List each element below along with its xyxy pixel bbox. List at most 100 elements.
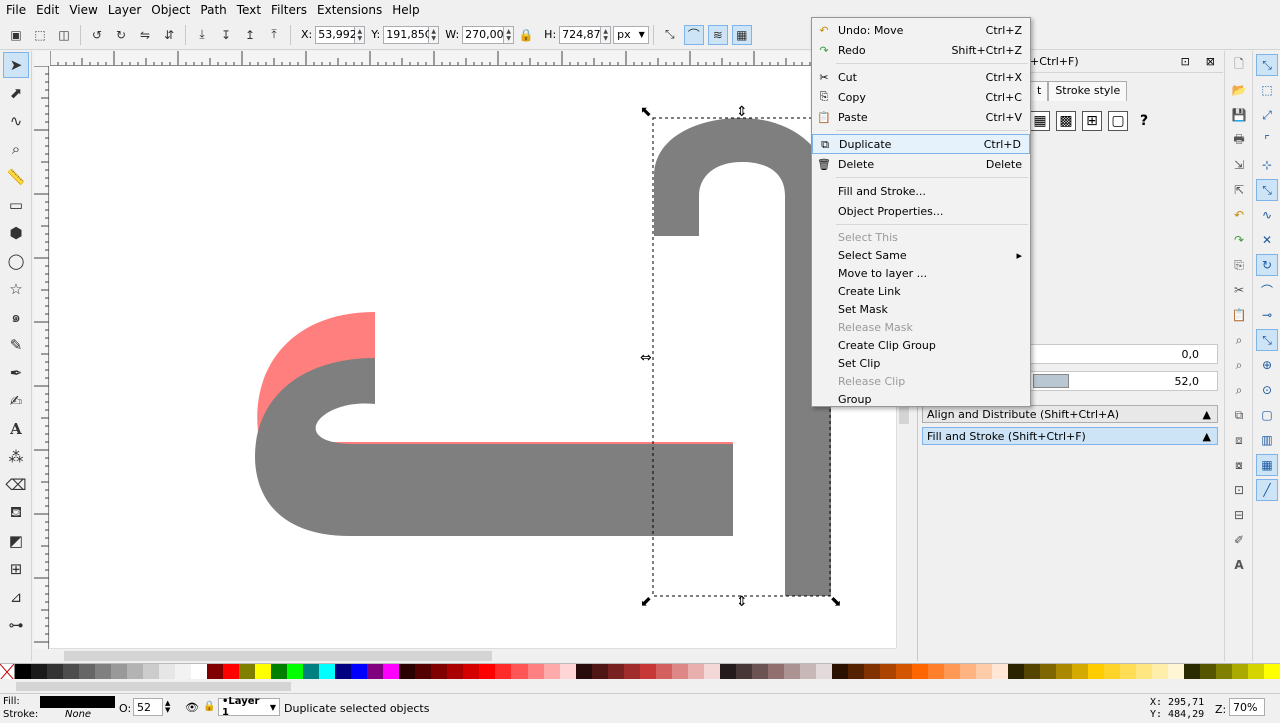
palette-swatch[interactable] <box>319 664 336 680</box>
palette-swatch[interactable] <box>47 664 64 680</box>
palette-swatch[interactable] <box>1072 664 1089 680</box>
palette-swatch[interactable] <box>1248 664 1265 680</box>
palette-swatch[interactable] <box>1120 664 1137 680</box>
scale-handle-top-icon[interactable]: ⇕ <box>736 104 748 120</box>
lock-layer-icon[interactable]: 🔒 <box>203 701 215 712</box>
palette-swatch[interactable] <box>991 664 1008 680</box>
menu-text[interactable]: Text <box>231 3 265 17</box>
opacity-spin-icon[interactable]: ▲ ▼ <box>165 700 170 714</box>
radial-gradient-icon[interactable]: ▦ <box>1030 111 1050 131</box>
palette-swatch[interactable] <box>671 664 688 680</box>
palette-swatch[interactable] <box>543 664 560 680</box>
snap-bbox-edges-icon[interactable]: ⤢ <box>1256 104 1278 126</box>
bucket-tool-icon[interactable]: ⛾ <box>3 500 29 526</box>
menu-item-move-to-layer[interactable]: Move to layer ... <box>812 264 1030 282</box>
h-input[interactable]: 724,873 <box>559 25 608 44</box>
h-spin-icon[interactable]: ▲ ▼ <box>601 25 612 44</box>
palette-swatch[interactable] <box>1168 664 1185 680</box>
opacity-input[interactable]: 52 <box>133 698 163 716</box>
expand-icon[interactable]: ▲ <box>1203 408 1211 421</box>
flip-horizontal-icon[interactable]: ⇋ <box>135 25 155 45</box>
palette-swatch[interactable] <box>95 664 112 680</box>
visibility-icon[interactable]: 👁 <box>185 701 199 714</box>
palette-swatch[interactable] <box>1104 664 1121 680</box>
pen-tool-icon[interactable]: ✒ <box>3 360 29 386</box>
scale-handle-tl-icon[interactable]: ⬉ <box>640 104 652 120</box>
snap-smooth-nodes-icon[interactable]: ⌒ <box>1256 279 1278 301</box>
palette-swatch[interactable] <box>863 664 880 680</box>
pencil-tool-icon[interactable]: ✎ <box>3 332 29 358</box>
snap-nodes-icon[interactable]: ⤡ <box>1256 179 1278 201</box>
palette-scrollbar[interactable] <box>0 679 1280 694</box>
palette-swatch[interactable] <box>623 664 640 680</box>
palette-swatch[interactable] <box>911 664 928 680</box>
collapse-icon[interactable]: ▲ <box>1203 430 1211 443</box>
menu-item-redo[interactable]: ↷ Redo Shift+Ctrl+Z <box>812 40 1030 60</box>
gradient-tool-icon[interactable]: ◩ <box>3 528 29 554</box>
palette-swatch[interactable] <box>351 664 368 680</box>
palette-swatch[interactable] <box>63 664 80 680</box>
palette-swatch[interactable] <box>655 664 672 680</box>
palette-swatch[interactable] <box>879 664 896 680</box>
layer-select[interactable]: •Layer 1 ▼ <box>218 696 280 718</box>
palette-swatch[interactable] <box>735 664 752 680</box>
canvas-horizontal-scrollbar[interactable] <box>50 648 896 662</box>
palette-swatch[interactable] <box>223 664 240 680</box>
palette-swatch[interactable] <box>479 664 496 680</box>
palette-swatch[interactable] <box>975 664 992 680</box>
menu-item-set-clip[interactable]: Set Clip <box>812 354 1030 372</box>
menu-item-delete[interactable]: 🗑 Delete Delete <box>812 154 1030 174</box>
palette-swatch[interactable] <box>495 664 512 680</box>
menu-object[interactable]: Object <box>145 3 194 17</box>
y-input[interactable]: 191,85C <box>383 25 432 44</box>
gray-hook-shape[interactable] <box>255 358 734 536</box>
palette-swatch[interactable] <box>335 664 352 680</box>
palette-swatch[interactable] <box>1184 664 1201 680</box>
import-icon[interactable]: ⇲ <box>1228 154 1250 176</box>
rotate-cw-icon[interactable]: ↻ <box>111 25 131 45</box>
menu-item-select-same[interactable]: Select Same ▸ <box>812 246 1030 264</box>
menu-layer[interactable]: Layer <box>102 3 145 17</box>
blur-value[interactable]: 0,0 <box>1182 348 1200 361</box>
menu-extensions[interactable]: Extensions <box>311 3 386 17</box>
menu-item-set-mask[interactable]: Set Mask <box>812 300 1030 318</box>
menu-item-group[interactable]: Group <box>812 390 1030 408</box>
ruler-horizontal[interactable] <box>50 51 910 66</box>
palette-swatch[interactable] <box>767 664 784 680</box>
snap-grid-icon[interactable]: ▥ <box>1256 429 1278 451</box>
menu-item-copy[interactable]: ⎘ Copy Ctrl+C <box>812 87 1030 107</box>
palette-swatch[interactable] <box>1088 664 1105 680</box>
menu-path[interactable]: Path <box>194 3 230 17</box>
eraser-tool-icon[interactable]: ⌫ <box>3 472 29 498</box>
move-patterns-icon[interactable]: ▦ <box>731 24 752 45</box>
unset-paint-icon[interactable]: ? <box>1134 111 1154 131</box>
dock-iconify-icon[interactable]: ⊡ <box>1181 55 1190 68</box>
swatch-icon[interactable]: ▢ <box>1108 111 1128 131</box>
palette-swatch[interactable] <box>527 664 544 680</box>
flip-vertical-icon[interactable]: ⇵ <box>159 25 179 45</box>
palette-swatch[interactable] <box>255 664 272 680</box>
palette-swatch[interactable] <box>79 664 96 680</box>
spiral-tool-icon[interactable]: ๑ <box>3 304 29 330</box>
select-all-layers-icon[interactable]: ⬚ <box>30 25 50 45</box>
clone-icon[interactable]: ⧈ <box>1228 429 1250 451</box>
palette-swatch[interactable] <box>1023 664 1040 680</box>
calligraphy-tool-icon[interactable]: ✍ <box>3 388 29 414</box>
snap-bbox-midpoints-icon[interactable]: ⊹ <box>1256 154 1278 176</box>
unlink-clone-icon[interactable]: ⧇ <box>1228 454 1250 476</box>
palette-swatch[interactable] <box>959 664 976 680</box>
palette-swatch[interactable] <box>927 664 944 680</box>
unit-select[interactable]: px ▼ <box>613 25 649 44</box>
palette-swatch[interactable] <box>1152 664 1169 680</box>
stroke-indicator[interactable]: None <box>65 709 91 720</box>
palette-swatch[interactable] <box>159 664 176 680</box>
dropper-tool-icon[interactable]: ⊿ <box>3 584 29 610</box>
node-tool-icon[interactable]: ⬈ <box>3 80 29 106</box>
move-gradients-icon[interactable]: ≋ <box>707 24 728 45</box>
palette-swatch[interactable] <box>815 664 832 680</box>
menu-filters[interactable]: Filters <box>265 3 311 17</box>
rotate-ccw-icon[interactable]: ↺ <box>87 25 107 45</box>
ellipse-tool-icon[interactable]: ◯ <box>3 248 29 274</box>
zoom-input[interactable]: 70% <box>1229 698 1265 716</box>
pattern-icon[interactable]: ⊞ <box>1082 111 1102 131</box>
